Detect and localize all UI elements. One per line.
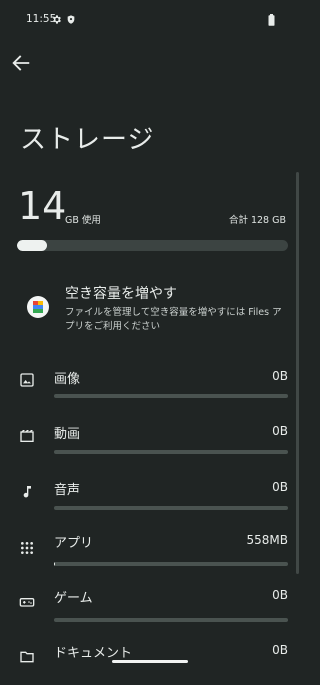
status-bar: 11:55 <box>0 0 300 42</box>
image-icon <box>20 373 34 387</box>
battery-icon <box>268 14 275 26</box>
category-row-images[interactable]: 画像 0B <box>0 362 300 406</box>
gamepad-icon <box>19 598 35 607</box>
page-title: ストレージ <box>20 125 155 155</box>
category-label: 画像 <box>54 372 81 387</box>
storage-progress-fill <box>17 240 47 251</box>
category-bar-fill <box>54 562 55 566</box>
category-size: 0B <box>272 424 288 438</box>
category-size: 558MB <box>246 533 289 547</box>
scrollbar[interactable] <box>296 172 299 574</box>
category-bar <box>54 562 288 566</box>
total-storage-label: 合計 128 GB <box>228 215 286 226</box>
files-app-icon <box>27 296 49 318</box>
used-storage-unit: GB 使用 <box>65 215 101 226</box>
category-label: アプリ <box>54 536 94 551</box>
category-size: 0B <box>272 480 288 494</box>
category-size: 0B <box>272 369 288 383</box>
category-label: ゲーム <box>54 591 93 606</box>
category-row-games[interactable]: ゲーム 0B <box>0 586 300 630</box>
shield-icon <box>67 15 75 24</box>
category-size: 0B <box>272 588 288 602</box>
category-label: ドキュメント <box>54 646 133 661</box>
category-bar <box>54 394 288 398</box>
category-row-apps[interactable]: アプリ 558MB <box>0 530 300 574</box>
category-row-documents[interactable]: ドキュメント 0B <box>0 641 300 685</box>
storage-progress-bar <box>17 240 288 251</box>
free-up-description: ファイルを管理して空き容量を増やすには Files アプリをご利用ください <box>65 307 282 332</box>
back-arrow-icon[interactable] <box>10 52 32 74</box>
used-storage-value: 14 <box>18 184 67 228</box>
free-up-title: 空き容量を増やす <box>65 286 177 302</box>
home-indicator[interactable] <box>112 660 188 663</box>
category-bar <box>54 450 288 454</box>
apps-grid-icon <box>21 542 33 554</box>
category-size: 0B <box>272 643 288 657</box>
category-row-videos[interactable]: 動画 0B <box>0 418 300 462</box>
category-row-audio[interactable]: 音声 0B <box>0 474 300 518</box>
category-bar <box>54 618 288 622</box>
video-icon <box>20 430 34 442</box>
folder-icon <box>20 651 34 663</box>
category-label: 動画 <box>54 427 81 442</box>
category-bar <box>54 506 288 510</box>
music-note-icon <box>23 486 31 498</box>
gear-icon <box>53 15 61 24</box>
category-label: 音声 <box>54 483 81 498</box>
